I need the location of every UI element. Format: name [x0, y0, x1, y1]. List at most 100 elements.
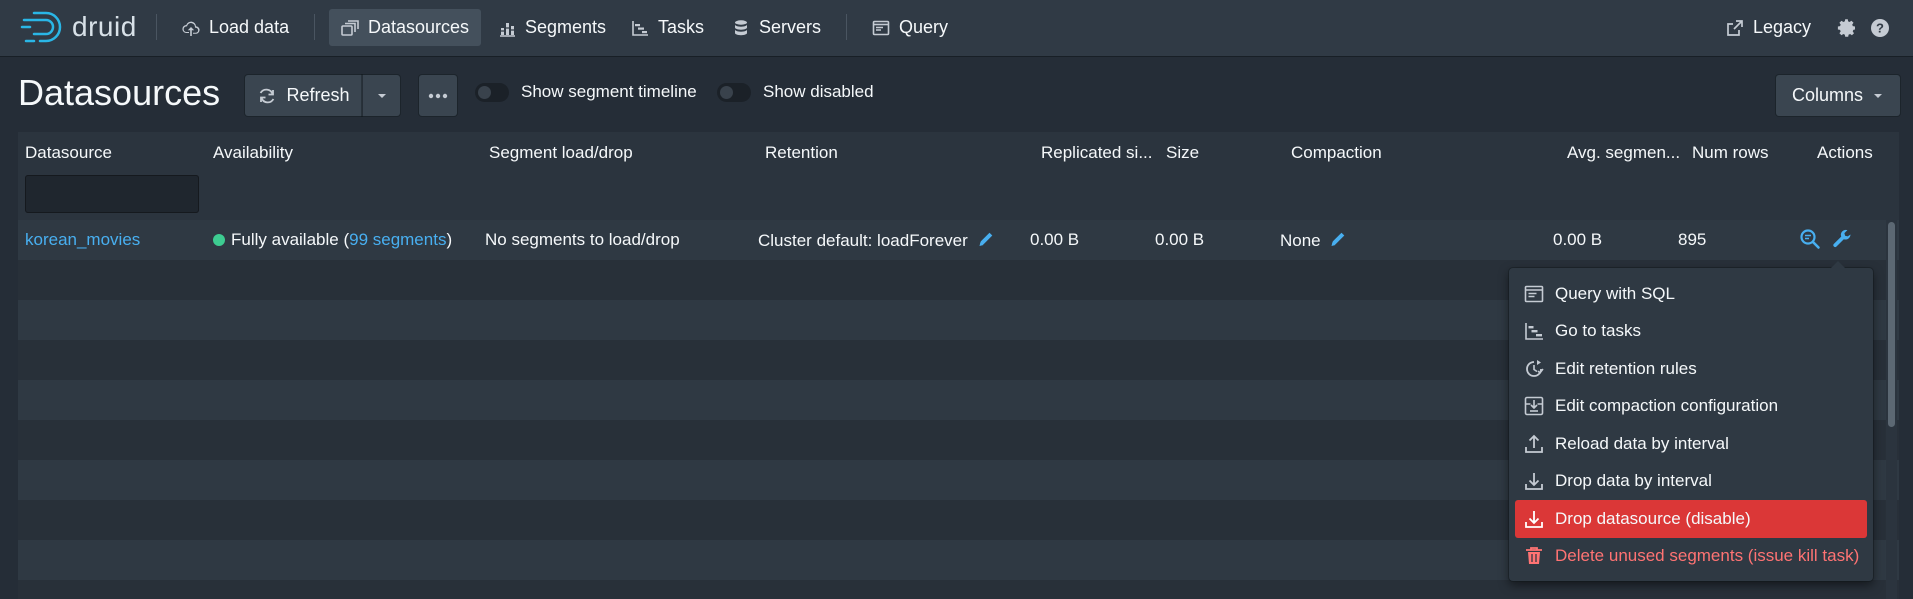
nav-divider — [314, 14, 315, 40]
menu-item-query-with-sql[interactable]: Query with SQL — [1515, 275, 1867, 313]
database-icon — [735, 19, 747, 35]
nav-query-label: Query — [899, 17, 949, 37]
menu-item-label: Drop datasource (disable) — [1555, 508, 1751, 528]
table-scrollbar[interactable] — [1886, 220, 1897, 599]
edit-retention-icon[interactable] — [977, 230, 995, 248]
nav-legacy-label: Legacy — [1753, 17, 1812, 37]
menu-item-label: Go to tasks — [1555, 321, 1641, 341]
scrollbar-thumb[interactable] — [1888, 222, 1895, 427]
num-rows-cell: 895 — [1678, 230, 1707, 249]
compressed-icon — [1524, 396, 1544, 416]
show-disabled-switch[interactable] — [717, 82, 751, 102]
datasource-name-link[interactable]: korean_movies — [25, 230, 140, 250]
application-icon — [872, 20, 890, 35]
gantt-chart-icon — [632, 20, 648, 36]
nav-datasources[interactable]: Datasources — [329, 9, 482, 46]
nav-segments[interactable]: Segments — [486, 9, 618, 46]
druid-logo[interactable]: druid — [20, 10, 137, 44]
nav-datasources-label: Datasources — [368, 17, 470, 37]
empty-row — [18, 580, 1899, 599]
segment-timeline-switch[interactable] — [475, 82, 509, 102]
nav-divider — [846, 14, 847, 40]
share-icon — [1727, 19, 1743, 36]
header-segment-load-drop[interactable]: Segment load/drop — [489, 143, 633, 163]
nav-tasks-label: Tasks — [658, 17, 705, 37]
menu-item-label: Drop data by interval — [1555, 471, 1712, 491]
menu-item-edit-retention-rules[interactable]: Edit retention rules — [1515, 350, 1867, 388]
replicated-size-cell: 0.00 B — [1030, 230, 1080, 249]
menu-item-drop-data-by-interval[interactable]: Drop data by interval — [1515, 463, 1867, 501]
header-avg-segment-size[interactable]: Avg. segmen... — [1567, 143, 1680, 163]
header-retention[interactable]: Retention — [765, 143, 838, 163]
menu-item-drop-datasource[interactable]: Drop datasource (disable) — [1515, 500, 1867, 538]
header-num-rows[interactable]: Num rows — [1692, 143, 1769, 163]
datasource-filter-input[interactable] — [25, 175, 199, 213]
header-actions: Actions — [1817, 143, 1873, 162]
header-compaction[interactable]: Compaction — [1291, 143, 1382, 163]
menu-item-edit-compaction-configuration[interactable]: Edit compaction configuration — [1515, 388, 1867, 426]
multi-select-icon — [341, 19, 359, 36]
export-icon — [1525, 510, 1543, 528]
caret-down-icon — [377, 93, 386, 98]
show-disabled-label: Show disabled — [763, 82, 874, 101]
gantt-chart-icon — [1525, 323, 1543, 341]
datasource-actions-menu: Query with SQL Go to tasks Edit retentio… — [1509, 261, 1873, 581]
menu-item-label: Edit compaction configuration — [1555, 396, 1779, 416]
compaction-text: None — [1280, 231, 1321, 250]
refresh-options-dropdown[interactable] — [362, 75, 400, 116]
nav-servers[interactable]: Servers — [720, 9, 833, 46]
settings-button[interactable] — [1831, 9, 1863, 46]
size-cell: 0.00 B — [1155, 230, 1205, 249]
nav-tasks[interactable]: Tasks — [619, 9, 716, 46]
stacked-chart-icon — [500, 22, 515, 37]
top-navbar: druid Load data Datasources Segments Tas… — [0, 0, 1913, 56]
available-status-dot — [213, 234, 225, 246]
menu-item-label: Delete unused segments (issue kill task) — [1555, 546, 1860, 566]
segment-load-drop-cell: No segments to load/drop — [485, 230, 680, 249]
logo-text: druid — [72, 11, 137, 42]
nav-query[interactable]: Query — [860, 9, 960, 46]
nav-load-data-label: Load data — [209, 17, 290, 37]
nav-divider — [156, 14, 157, 40]
automatic-updates-icon — [1526, 359, 1544, 377]
menu-item-label: Query with SQL — [1555, 283, 1675, 303]
caret-down-icon — [1874, 93, 1883, 98]
more-icon — [428, 93, 448, 98]
help-button[interactable]: ? — [1864, 9, 1896, 46]
export-icon — [1525, 473, 1543, 491]
availability-prefix: Fully available ( — [231, 230, 350, 249]
segment-timeline-label: Show segment timeline — [521, 82, 697, 101]
nav-load-data[interactable]: Load data — [170, 9, 301, 46]
refresh-label: Refresh — [286, 85, 350, 105]
more-options-button[interactable] — [419, 75, 457, 116]
search-template-icon[interactable] — [1799, 228, 1821, 250]
menu-item-reload-data-by-interval[interactable]: Reload data by interval — [1515, 425, 1867, 463]
cloud-upload-icon — [182, 21, 200, 36]
header-replicated-size[interactable]: Replicated si... — [1041, 143, 1153, 163]
avg-segment-size-cell: 0.00 B — [1553, 230, 1603, 249]
menu-item-label: Edit retention rules — [1555, 358, 1697, 378]
nav-legacy[interactable]: Legacy — [1714, 9, 1823, 46]
availability-cell: Fully available (99 segments) — [213, 230, 452, 250]
cog-icon — [1837, 18, 1855, 37]
columns-label: Columns — [1791, 85, 1864, 105]
segments-link[interactable]: 99 segments — [349, 230, 446, 249]
compaction-cell: None — [1280, 230, 1347, 251]
table-header: Datasource Availability Segment load/dro… — [18, 132, 1899, 170]
page-title: Datasources — [18, 72, 221, 113]
menu-item-go-to-tasks[interactable]: Go to tasks — [1515, 313, 1867, 351]
show-disabled-toggle[interactable]: Show disabled — [717, 82, 874, 102]
edit-compaction-icon[interactable] — [1329, 230, 1347, 248]
segment-timeline-toggle[interactable]: Show segment timeline — [475, 82, 697, 102]
help-icon: ? — [1871, 18, 1889, 37]
header-datasource[interactable]: Datasource — [25, 143, 112, 163]
refresh-button[interactable]: Refresh — [245, 75, 362, 116]
header-availability[interactable]: Availability — [213, 143, 293, 163]
header-size[interactable]: Size — [1166, 143, 1199, 163]
nav-servers-label: Servers — [759, 17, 822, 37]
wrench-icon[interactable] — [1831, 228, 1853, 250]
columns-button[interactable]: Columns — [1776, 75, 1900, 116]
menu-item-delete-unused-segments[interactable]: Delete unused segments (issue kill task) — [1515, 538, 1867, 576]
import-icon — [1525, 434, 1543, 453]
retention-cell: Cluster default: loadForever — [758, 230, 995, 251]
